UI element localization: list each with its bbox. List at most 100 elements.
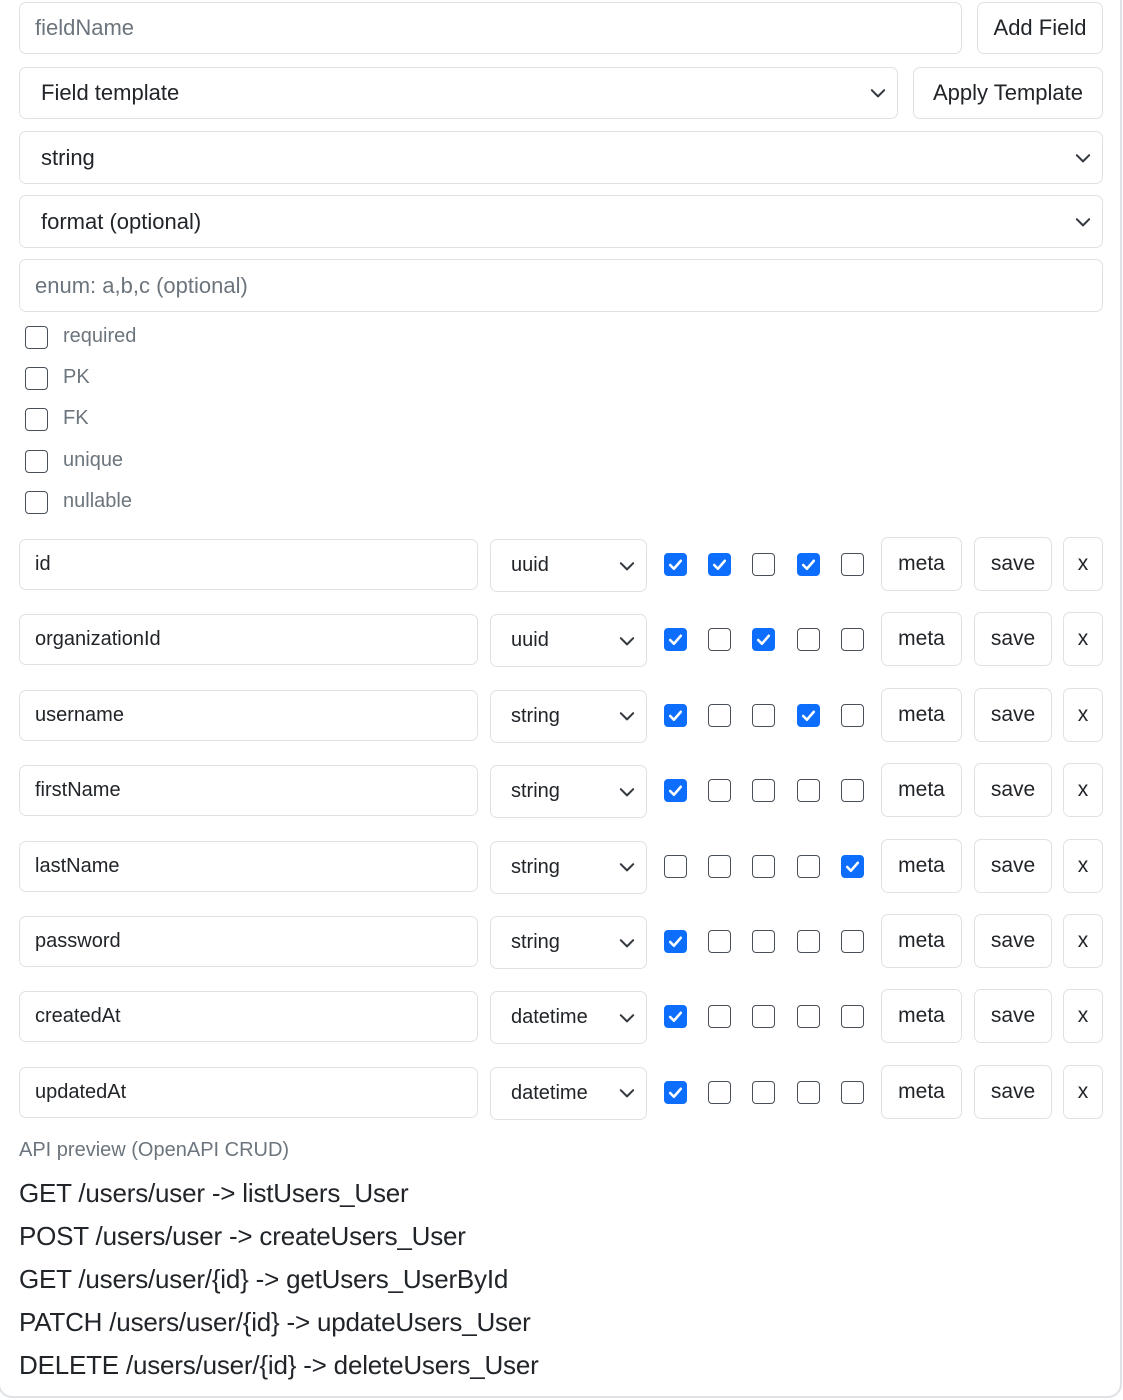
field-flag-checkbox[interactable] bbox=[841, 1005, 864, 1029]
field-flag-checkbox[interactable] bbox=[664, 1005, 687, 1029]
field-flag-checkbox[interactable] bbox=[752, 628, 775, 652]
field-name-input[interactable]: organizationId bbox=[19, 614, 478, 666]
field-flag-checkbox[interactable] bbox=[797, 553, 820, 576]
field-flag-checkbox[interactable] bbox=[841, 854, 864, 878]
field-flag-checkbox[interactable] bbox=[708, 553, 731, 576]
meta-button[interactable]: meta bbox=[881, 1064, 962, 1119]
field-flag-checkbox[interactable] bbox=[664, 553, 687, 576]
delete-field-button[interactable]: x bbox=[1063, 914, 1103, 968]
field-name-input[interactable]: password bbox=[19, 916, 478, 967]
field-flag-checkbox[interactable] bbox=[664, 930, 687, 953]
field-flag-checkbox[interactable] bbox=[752, 703, 775, 727]
save-button[interactable]: save bbox=[974, 763, 1052, 818]
delete-field-button[interactable]: x bbox=[1063, 763, 1103, 818]
field-flag-checkbox[interactable] bbox=[664, 703, 687, 727]
field-flag-checkbox[interactable] bbox=[752, 854, 775, 878]
chevron-down-icon bbox=[1075, 153, 1091, 162]
field-flag-checkbox[interactable] bbox=[797, 703, 820, 727]
checkbox-nullable[interactable] bbox=[25, 490, 48, 514]
field-flag-checkbox[interactable] bbox=[797, 1080, 820, 1104]
field-flag-checkbox[interactable] bbox=[752, 779, 775, 803]
field-type-select[interactable]: string bbox=[490, 689, 647, 743]
save-button[interactable]: save bbox=[974, 537, 1052, 591]
field-flag-checkbox[interactable] bbox=[752, 1080, 775, 1104]
field-name-value: password bbox=[35, 930, 121, 952]
field-flag-checkbox[interactable] bbox=[664, 854, 687, 878]
field-name-input[interactable]: fieldName bbox=[19, 2, 962, 54]
field-flag-checkbox[interactable] bbox=[708, 1080, 731, 1104]
field-flag-checkbox[interactable] bbox=[752, 553, 775, 576]
checkbox-pk[interactable] bbox=[25, 367, 48, 391]
field-name-input[interactable]: username bbox=[19, 689, 478, 741]
field-flag-checkbox[interactable] bbox=[841, 1080, 864, 1104]
field-flag-checkbox[interactable] bbox=[841, 930, 864, 953]
checkbox-required[interactable] bbox=[25, 326, 48, 349]
checkbox-unique[interactable] bbox=[25, 449, 48, 473]
field-type-select[interactable]: string bbox=[490, 916, 647, 969]
field-type-select[interactable]: datetime bbox=[490, 1066, 647, 1120]
field-type-select[interactable]: datetime bbox=[490, 991, 647, 1045]
check-icon bbox=[756, 634, 771, 646]
delete-field-button[interactable]: x bbox=[1063, 1064, 1103, 1119]
field-flag-checkbox[interactable] bbox=[841, 553, 864, 576]
field-flag-checkbox[interactable] bbox=[797, 930, 820, 953]
field-flag-checkbox[interactable] bbox=[752, 930, 775, 953]
save-button[interactable]: save bbox=[974, 838, 1052, 893]
field-name-input[interactable]: lastName bbox=[19, 840, 478, 892]
save-button-label: save bbox=[990, 1079, 1036, 1103]
field-name-input[interactable]: updatedAt bbox=[19, 1066, 478, 1118]
field-flag-checkbox[interactable] bbox=[708, 854, 731, 878]
field-flag-checkbox[interactable] bbox=[797, 854, 820, 878]
meta-button[interactable]: meta bbox=[881, 763, 962, 818]
field-flag-checkbox[interactable] bbox=[841, 703, 864, 727]
enum-input[interactable]: enum: a,b,c (optional) bbox=[19, 259, 1103, 312]
save-button[interactable]: save bbox=[974, 989, 1052, 1044]
field-type-select[interactable]: uuid bbox=[490, 539, 647, 592]
api-route: GET /users/user/{id} -> getUsers_UserByI… bbox=[19, 1264, 509, 1294]
save-button[interactable]: save bbox=[974, 612, 1052, 667]
save-button[interactable]: save bbox=[974, 687, 1052, 742]
field-name-input[interactable]: firstName bbox=[19, 765, 478, 817]
delete-field-button[interactable]: x bbox=[1063, 537, 1103, 591]
field-flag-checkbox[interactable] bbox=[664, 628, 687, 652]
field-flag-checkbox[interactable] bbox=[841, 628, 864, 652]
checkbox-fk[interactable] bbox=[25, 408, 48, 432]
field-type-value: datetime bbox=[511, 1006, 588, 1029]
save-button[interactable]: save bbox=[974, 1064, 1052, 1119]
meta-button[interactable]: meta bbox=[881, 838, 962, 893]
format-select[interactable]: format (optional) bbox=[19, 195, 1103, 248]
delete-field-button[interactable]: x bbox=[1063, 838, 1103, 893]
field-flag-checkbox[interactable] bbox=[708, 628, 731, 652]
field-flag-checkbox[interactable] bbox=[664, 779, 687, 803]
meta-button[interactable]: meta bbox=[881, 537, 962, 591]
apply-template-button[interactable]: Apply Template bbox=[913, 67, 1103, 119]
field-flag-checkbox[interactable] bbox=[797, 628, 820, 652]
meta-button[interactable]: meta bbox=[881, 687, 962, 742]
add-field-button[interactable]: Add Field bbox=[977, 2, 1103, 54]
delete-field-button[interactable]: x bbox=[1063, 989, 1103, 1044]
field-type-select[interactable]: uuid bbox=[490, 614, 647, 668]
field-flag-checkbox[interactable] bbox=[841, 779, 864, 803]
field-flag-checkbox[interactable] bbox=[708, 703, 731, 727]
delete-field-button[interactable]: x bbox=[1063, 612, 1103, 667]
delete-field-button[interactable]: x bbox=[1063, 687, 1103, 742]
field-template-select[interactable]: Field template bbox=[19, 67, 898, 119]
field-name-input[interactable]: id bbox=[19, 539, 478, 590]
field-type-select[interactable]: string bbox=[490, 765, 647, 819]
meta-button-label: meta bbox=[898, 552, 945, 575]
field-flag-checkbox[interactable] bbox=[708, 779, 731, 803]
meta-button[interactable]: meta bbox=[881, 914, 962, 968]
meta-button-label: meta bbox=[898, 1079, 945, 1103]
field-flag-checkbox[interactable] bbox=[664, 1080, 687, 1104]
field-flag-checkbox[interactable] bbox=[708, 930, 731, 953]
field-flag-checkbox[interactable] bbox=[752, 1005, 775, 1029]
meta-button[interactable]: meta bbox=[881, 612, 962, 667]
field-flag-checkbox[interactable] bbox=[797, 1005, 820, 1029]
field-type-select[interactable]: string bbox=[490, 840, 647, 894]
meta-button[interactable]: meta bbox=[881, 989, 962, 1044]
field-name-input[interactable]: createdAt bbox=[19, 991, 478, 1043]
field-flag-checkbox[interactable] bbox=[797, 779, 820, 803]
save-button[interactable]: save bbox=[974, 914, 1052, 968]
field-flag-checkbox[interactable] bbox=[708, 1005, 731, 1029]
type-select[interactable]: string bbox=[19, 131, 1103, 184]
